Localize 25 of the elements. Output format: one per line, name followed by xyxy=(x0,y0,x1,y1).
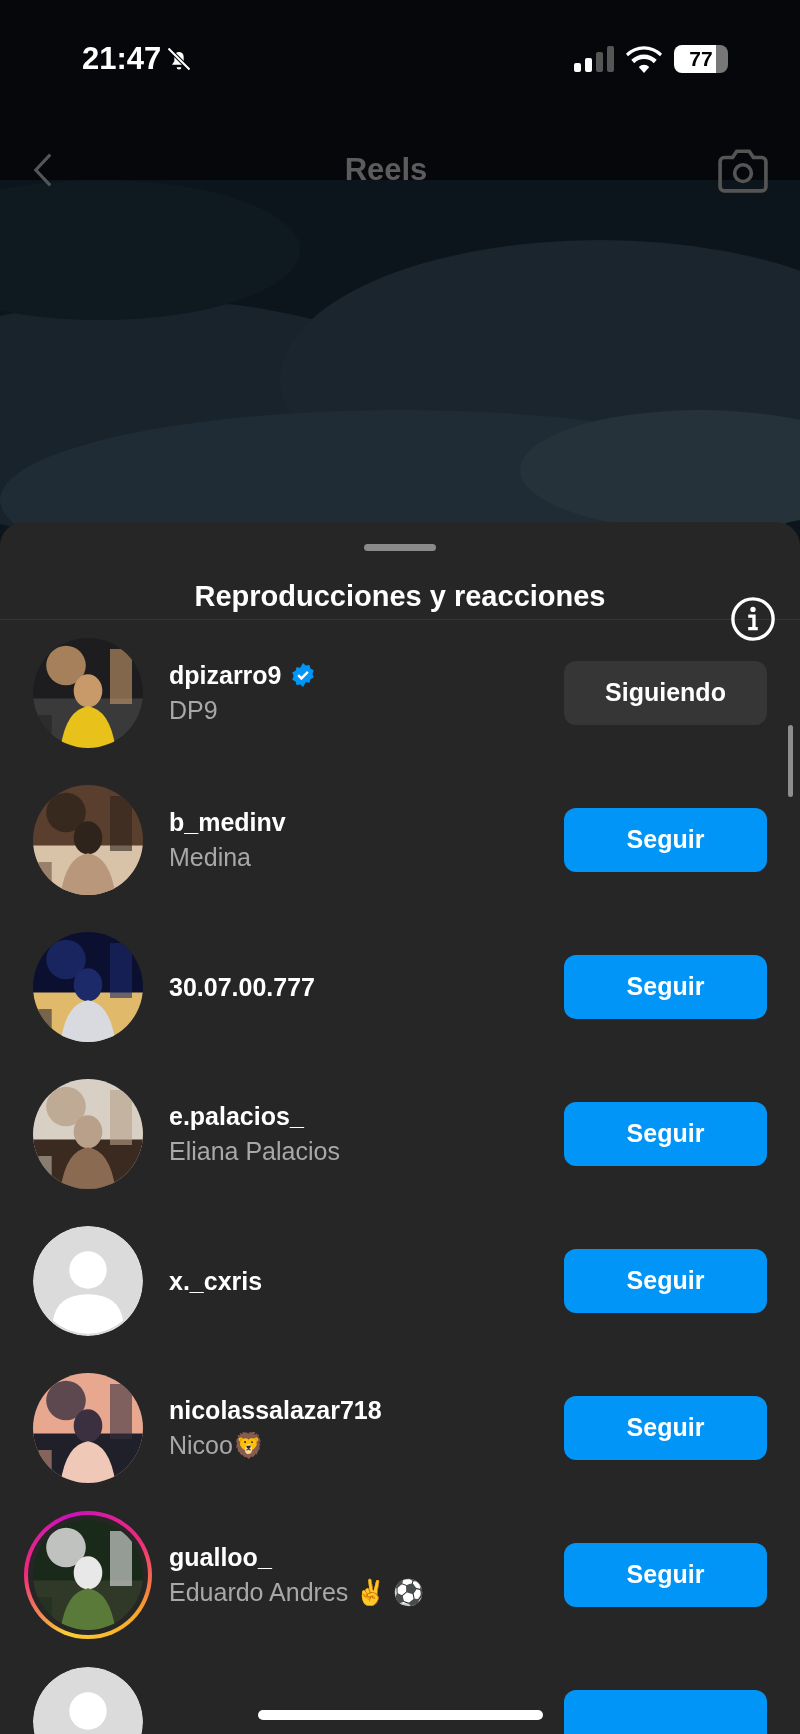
signal-icon xyxy=(574,46,614,72)
username[interactable]: nicolassalazar718 xyxy=(169,1394,382,1426)
sheet-title: Reproducciones y reacciones xyxy=(194,579,606,614)
scrollbar xyxy=(788,725,793,797)
display-name: Nicoo🦁 xyxy=(169,1430,265,1461)
screen-title: Reels xyxy=(344,150,428,189)
camera-icon[interactable] xyxy=(718,147,768,193)
username[interactable]: b_medinv xyxy=(169,806,286,838)
wifi-icon xyxy=(626,45,662,73)
follow-button[interactable]: Siguiendo xyxy=(564,661,767,725)
drag-handle[interactable] xyxy=(364,544,436,551)
info-icon[interactable] xyxy=(730,596,776,642)
default-avatar-icon xyxy=(33,1226,143,1336)
username[interactable]: x._cxris xyxy=(169,1265,263,1297)
username[interactable]: 30.07.00.777 xyxy=(169,971,315,1003)
display-name: DP9 xyxy=(169,695,219,726)
display-name: Eliana Palacios xyxy=(169,1136,341,1167)
display-name: Eduardo Andres ✌ ⚽ xyxy=(169,1577,426,1608)
back-icon[interactable] xyxy=(32,152,54,188)
username[interactable]: dpizarro9 xyxy=(169,659,282,691)
display-name: Medina xyxy=(169,842,252,873)
battery-indicator: 77 xyxy=(674,45,728,73)
status-time: 21:47 xyxy=(82,39,162,78)
username[interactable]: e.palacios_ xyxy=(169,1100,304,1132)
username[interactable]: gualloo_ xyxy=(169,1541,272,1573)
